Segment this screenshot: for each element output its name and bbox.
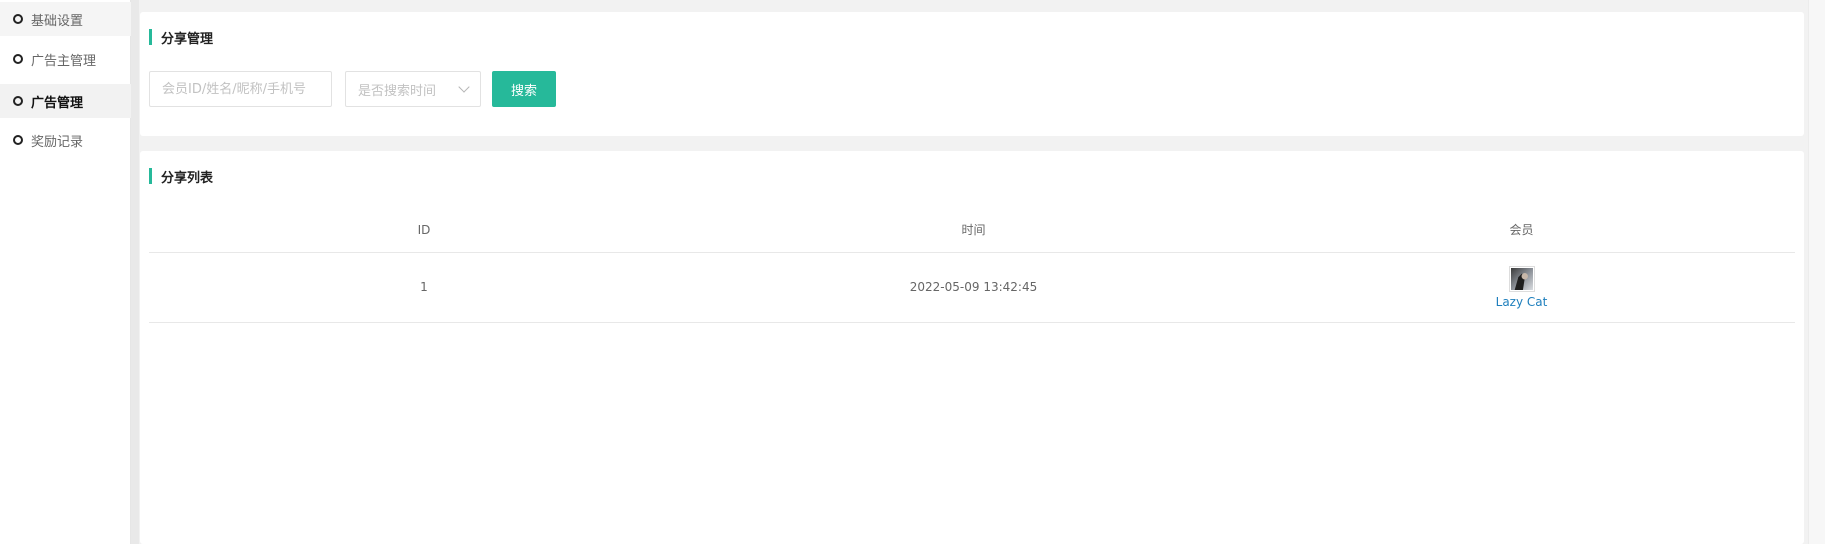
share-table: ID 时间 会员 1 2022-05-09 13:42:45 Lazy Cat: [149, 208, 1795, 323]
member-name-link[interactable]: Lazy Cat: [1496, 295, 1548, 309]
column-header-member: 会员: [1248, 208, 1795, 253]
sidebar-item-label: 广告管理: [31, 95, 84, 111]
sidebar-divider: [131, 0, 139, 544]
time-filter-value: 是否搜索时间: [358, 83, 437, 99]
sidebar-item-reward-records[interactable]: 奖励记录: [0, 123, 131, 157]
column-header-time: 时间: [699, 208, 1248, 253]
table-row: 1 2022-05-09 13:42:45 Lazy Cat: [149, 252, 1795, 323]
sidebar-item-label: 广告主管理: [31, 53, 97, 69]
cell-id: 1: [149, 252, 699, 323]
sidebar-item-label: 奖励记录: [31, 134, 84, 150]
circle-icon: [13, 135, 23, 145]
avatar[interactable]: [1508, 265, 1535, 292]
member-info: Lazy Cat: [1248, 265, 1795, 309]
time-filter-select[interactable]: 是否搜索时间: [345, 71, 481, 107]
sidebar-item-basic-settings[interactable]: 基础设置: [0, 2, 131, 36]
circle-icon: [13, 14, 23, 24]
cell-member: Lazy Cat: [1248, 252, 1795, 323]
search-button[interactable]: 搜索: [492, 71, 556, 107]
share-list-panel: 分享列表 ID 时间 会员 1 2022-05-09 13:42:45 Lazy…: [140, 151, 1804, 544]
sidebar-item-advertiser-management[interactable]: 广告主管理: [0, 42, 131, 76]
chevron-down-icon: [458, 81, 470, 93]
scrollbar[interactable]: [1808, 0, 1825, 544]
panel-title: 分享管理: [149, 29, 213, 47]
sidebar-item-label: 基础设置: [31, 13, 84, 29]
sidebar: 基础设置 广告主管理 广告管理 奖励记录: [0, 0, 131, 544]
app-root: 基础设置 广告主管理 广告管理 奖励记录 分享管理 是否搜索时间 搜索: [0, 0, 1825, 544]
sidebar-item-ad-management[interactable]: 广告管理: [0, 84, 131, 118]
panel-title: 分享列表: [149, 168, 213, 186]
member-search-input[interactable]: [149, 71, 332, 107]
sidebar-menu: 基础设置 广告主管理 广告管理 奖励记录: [0, 0, 131, 544]
column-header-id: ID: [149, 208, 699, 253]
circle-icon: [13, 96, 23, 106]
share-management-panel: 分享管理 是否搜索时间 搜索: [140, 12, 1804, 136]
table-header-row: ID 时间 会员: [149, 208, 1795, 253]
circle-icon: [13, 54, 23, 64]
cell-time: 2022-05-09 13:42:45: [699, 252, 1248, 323]
